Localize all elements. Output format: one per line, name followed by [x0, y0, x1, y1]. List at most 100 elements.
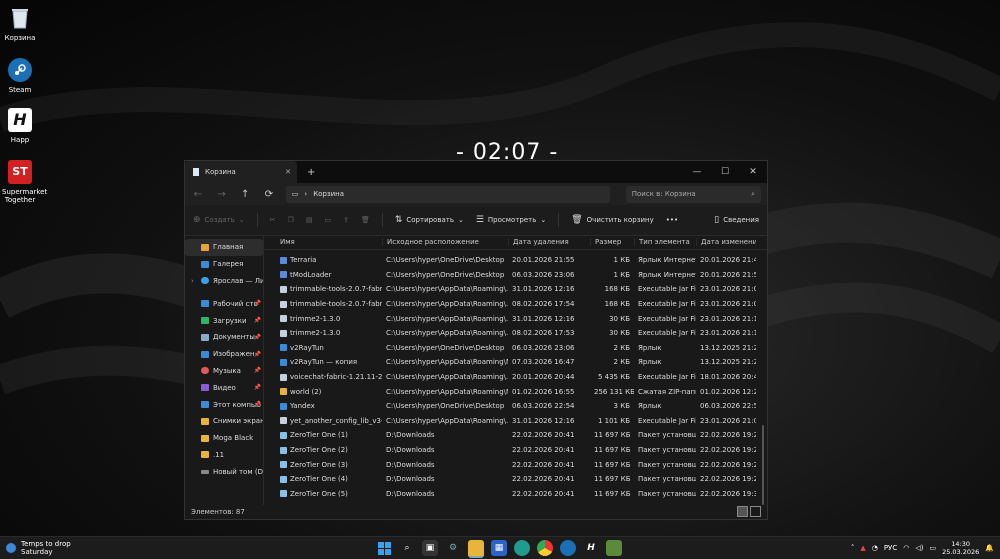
- chevron-up-icon[interactable]: ˄: [851, 544, 855, 552]
- nav-item-this-pc[interactable]: Этот компью 📌: [185, 396, 263, 413]
- up-button[interactable]: ↑: [238, 189, 252, 200]
- minecraft-icon[interactable]: [606, 540, 622, 556]
- chrome-icon[interactable]: [537, 540, 553, 556]
- view-button[interactable]: ☰ Просмотреть ⌄: [476, 215, 546, 225]
- nav-label: Снимки экрана: [213, 417, 263, 426]
- store-icon[interactable]: ▦: [491, 540, 507, 556]
- nav-item-moga-black[interactable]: Moga Black: [185, 430, 263, 447]
- file-row[interactable]: Yandex C:\Users\hyper\OneDrive\Desktop 06.…: [264, 399, 767, 414]
- happ-icon[interactable]: H: [583, 540, 599, 556]
- close-tab-icon[interactable]: ✕: [285, 168, 291, 176]
- delete-icon[interactable]: 🗑: [361, 216, 370, 224]
- nav-item-videos[interactable]: Видео 📌: [185, 379, 263, 396]
- address-bar[interactable]: ▭ › Корзина: [285, 185, 610, 203]
- nav-item-music[interactable]: Музыка 📌: [185, 363, 263, 380]
- nav-item-documents[interactable]: Документы 📌: [185, 329, 263, 346]
- file-size: 5 435 КБ: [597, 373, 630, 382]
- settings-icon[interactable]: ⚙: [445, 540, 461, 556]
- nav-item-desktop[interactable]: Рабочий сто 📌: [185, 295, 263, 312]
- file-icon: [280, 373, 287, 381]
- column-header-name[interactable]: Имя: [264, 238, 382, 246]
- file-explorer-icon[interactable]: [468, 540, 484, 558]
- cut-icon[interactable]: ✂: [270, 216, 276, 224]
- search-input[interactable]: Поиск в: Корзина ⌕: [625, 185, 761, 203]
- copy-icon[interactable]: ❐: [288, 216, 294, 224]
- file-row[interactable]: trimmable-tools-2.0.7-fabric-1.21.11 C:\U…: [264, 297, 767, 312]
- paste-icon[interactable]: ▤: [306, 216, 313, 224]
- weather-widget[interactable]: Temps to drop Saturday: [6, 540, 71, 557]
- maximize-button[interactable]: ☐: [711, 161, 739, 183]
- share-icon[interactable]: ⇪: [343, 216, 349, 224]
- desktop-icon-recycle-bin[interactable]: Корзина: [2, 6, 38, 42]
- nav-label: Изображен: [213, 350, 255, 359]
- wifi-icon[interactable]: ◔: [872, 544, 878, 552]
- file-row[interactable]: ZeroTier One (4) D:\Downloads 22.02.2026 2…: [264, 472, 767, 487]
- file-row[interactable]: Terraria C:\Users\hyper\OneDrive\Desktop 2…: [264, 253, 767, 268]
- more-button[interactable]: •••: [666, 216, 678, 224]
- file-row[interactable]: ZeroTier One (5) D:\Downloads 22.02.2026 2…: [264, 487, 767, 502]
- home-icon: [201, 243, 209, 251]
- nav-item-pictures[interactable]: Изображен 📌: [185, 346, 263, 363]
- start-button[interactable]: [376, 540, 392, 556]
- battery-icon[interactable]: ▭: [929, 544, 936, 552]
- forward-button[interactable]: →: [215, 189, 229, 200]
- column-header-type[interactable]: Тип элемента: [634, 238, 696, 246]
- tiles-view-button[interactable]: [750, 506, 761, 517]
- vertical-scrollbar[interactable]: [762, 425, 764, 505]
- new-tab-button[interactable]: +: [307, 167, 315, 178]
- file-row[interactable]: trimme2-1.3.0 C:\Users\hyper\AppData\Roam…: [264, 311, 767, 326]
- minimize-button[interactable]: —: [683, 161, 711, 183]
- refresh-button[interactable]: ⟳: [262, 189, 276, 200]
- file-row[interactable]: trimme2-1.3.0 C:\Users\hyper\AppData\Roam…: [264, 326, 767, 341]
- column-header-modified[interactable]: Дата изменения: [696, 238, 756, 246]
- tab-recycle-bin[interactable]: Корзина ✕: [185, 161, 297, 183]
- close-button[interactable]: ✕: [739, 161, 767, 183]
- column-header-deleted[interactable]: Дата удаления: [508, 238, 590, 246]
- nav-item-gallery[interactable]: Галерея: [185, 256, 263, 273]
- nav-item-downloads[interactable]: Загрузки 📌: [185, 312, 263, 329]
- sort-button[interactable]: ⇅ Сортировать ⌄: [395, 215, 464, 225]
- file-row[interactable]: trimmable-tools-2.0.7-fabric-1.21.11 C:\U…: [264, 282, 767, 297]
- column-header-size[interactable]: Размер: [590, 238, 634, 246]
- nav-item-11[interactable]: .11: [185, 447, 263, 464]
- nav-item-home[interactable]: Главная: [185, 239, 263, 256]
- back-button[interactable]: ←: [191, 189, 205, 200]
- desktop-icon-steam[interactable]: Steam: [2, 58, 38, 94]
- file-row[interactable]: v2RayTun C:\Users\hyper\OneDrive\Desktop 0…: [264, 341, 767, 356]
- file-icon: [280, 431, 287, 439]
- steam-icon[interactable]: [560, 540, 576, 556]
- nav-item-drive-d[interactable]: Новый том (D:): [185, 463, 263, 480]
- nav-label: Главная: [213, 243, 244, 252]
- file-row[interactable]: yet_another_config_lib_v3-3.8.2+1.... C:\…: [264, 414, 767, 429]
- details-button[interactable]: ▯ Сведения: [714, 215, 759, 225]
- volume-icon[interactable]: ◁): [915, 544, 923, 552]
- pin-icon: 📌: [253, 333, 261, 341]
- desktop-icon-supermarket-together[interactable]: ST Supermarket Together: [2, 160, 47, 205]
- column-header-location[interactable]: Исходное расположение: [382, 238, 508, 246]
- nav-item-screenshots[interactable]: Снимки экрана: [185, 413, 263, 430]
- empty-bin-button[interactable]: 🗑 Очистить корзину: [571, 215, 653, 225]
- wifi-status-icon[interactable]: ◠: [903, 544, 909, 552]
- details-view-button[interactable]: [737, 506, 748, 517]
- nvidia-icon[interactable]: ▲: [860, 544, 865, 552]
- file-row[interactable]: tModLoader C:\Users\hyper\OneDrive\Deskto…: [264, 268, 767, 283]
- file-row[interactable]: v2RayTun — копия C:\Users\hyper\AppData\R…: [264, 355, 767, 370]
- create-button[interactable]: ⊕ Создать ⌄: [193, 215, 245, 225]
- file-row[interactable]: ZeroTier One (1) D:\Downloads 22.02.2026 2…: [264, 428, 767, 443]
- task-view-icon[interactable]: ▣: [422, 540, 438, 556]
- file-row[interactable]: voicechat-fabric-1.21.11-2.6.11 C:\Users\…: [264, 370, 767, 385]
- edge-icon[interactable]: [514, 540, 530, 556]
- desktop-icon-happ[interactable]: H Happ: [2, 108, 38, 144]
- file-row[interactable]: ZeroTier One (2) D:\Downloads 22.02.2026 2…: [264, 443, 767, 458]
- clock[interactable]: 14:30 25.03.2026: [942, 540, 979, 556]
- notification-icon[interactable]: 🔔: [985, 544, 994, 552]
- lang-indicator[interactable]: РУС: [884, 544, 897, 552]
- file-name: voicechat-fabric-1.21.11-2.6.11: [290, 373, 382, 382]
- file-row[interactable]: world (2) C:\Users\hyper\AppData\Roaming\…: [264, 384, 767, 399]
- search-taskbar-icon[interactable]: ⌕: [399, 540, 415, 556]
- rename-icon[interactable]: ▭: [324, 216, 331, 224]
- file-row[interactable]: ZeroTier One (3) D:\Downloads 22.02.2026 2…: [264, 457, 767, 472]
- weather-subtitle: Saturday: [21, 548, 53, 557]
- nav-item-onedrive[interactable]: › Ярослав — Ли: [185, 273, 263, 290]
- title-bar: Корзина ✕ + — ☐ ✕: [185, 161, 767, 183]
